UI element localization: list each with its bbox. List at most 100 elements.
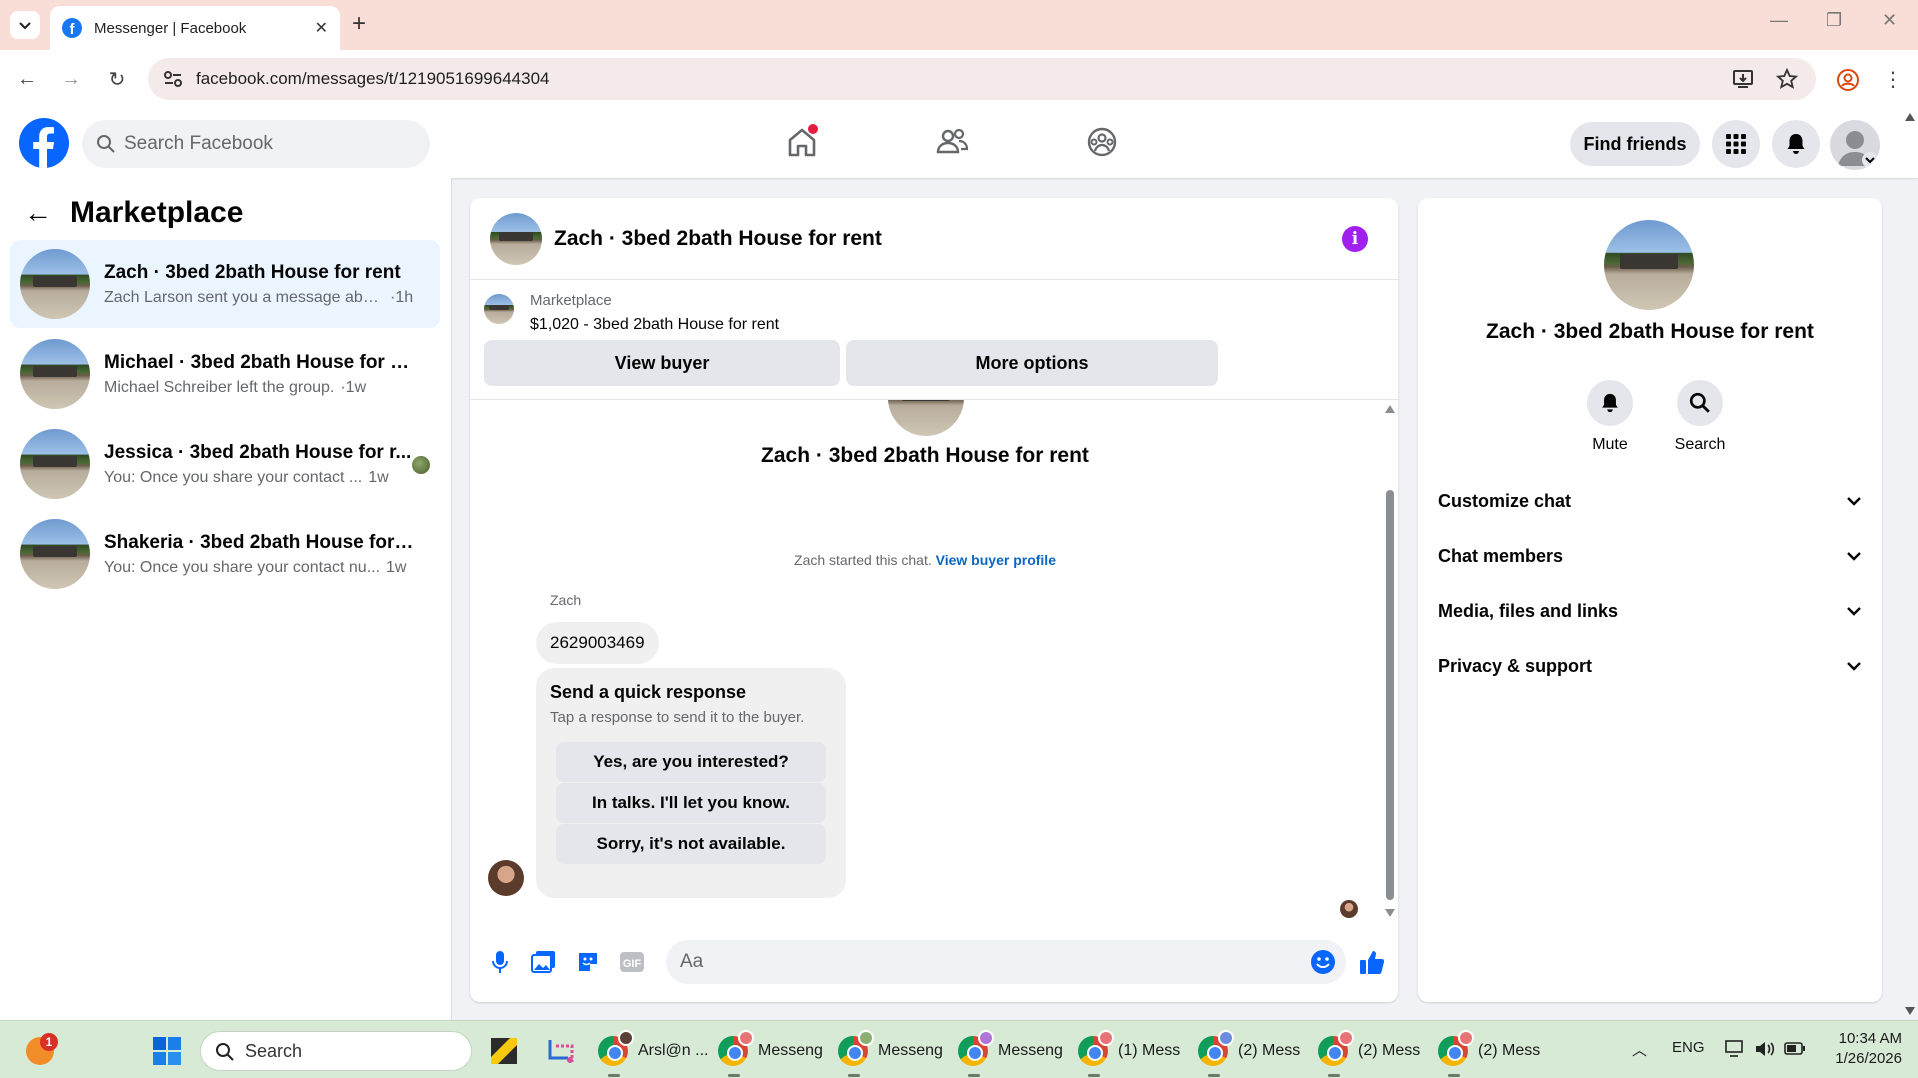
photo-icon[interactable] [530, 948, 558, 976]
battery-icon[interactable] [1784, 1041, 1806, 1057]
scroll-down-arrow-icon[interactable] [1384, 908, 1396, 918]
sender-avatar[interactable] [488, 860, 524, 896]
minimize-icon[interactable]: — [1770, 10, 1788, 31]
like-thumbs-up-icon[interactable] [1358, 948, 1386, 976]
language-indicator[interactable]: ENG [1672, 1039, 1705, 1056]
sticker-icon[interactable] [574, 948, 602, 976]
snipping-tool-app[interactable] [546, 1031, 576, 1071]
start-button[interactable] [152, 1031, 182, 1071]
address-bar[interactable]: facebook.com/messages/t/1219051699644304 [148, 58, 1816, 100]
view-buyer-profile-link[interactable]: View buyer profile [936, 552, 1056, 568]
install-app-icon[interactable] [1732, 68, 1754, 90]
svg-text:GIF: GIF [623, 958, 642, 970]
search-icon [216, 1043, 234, 1061]
quick-response-option[interactable]: Yes, are you interested? [556, 742, 826, 782]
conversation-item-shakeria[interactable]: Shakeria · 3bed 2bath House for re... Yo… [10, 510, 440, 598]
seen-avatar [412, 456, 430, 474]
restore-icon[interactable]: ❐ [1826, 10, 1842, 31]
chat-started-notice: Zach started this chat. View buyer profi… [470, 552, 1380, 568]
new-tab-button[interactable]: + [352, 12, 366, 36]
chrome-icon [1198, 1030, 1234, 1066]
taskbar-search-input[interactable]: Search [200, 1031, 472, 1071]
menu-button[interactable] [1712, 120, 1760, 168]
conversation-item-zach[interactable]: Zach · 3bed 2bath House for rent Zach La… [10, 240, 440, 328]
taskbar-app-label: Messeng [878, 1042, 943, 1059]
chat-panel: Zach · 3bed 2bath House for rent i Marke… [470, 198, 1398, 1002]
media-files-links-row[interactable]: Media, files and links [1438, 591, 1862, 631]
bookmark-star-icon[interactable] [1776, 68, 1798, 90]
scroll-down-arrow-icon[interactable] [1904, 1006, 1916, 1016]
view-buyer-button[interactable]: View buyer [484, 340, 840, 386]
privacy-support-row[interactable]: Privacy & support [1438, 646, 1862, 686]
conversation-name: Michael · 3bed 2bath House for rent [104, 351, 414, 373]
chat-members-row[interactable]: Chat members [1438, 536, 1862, 576]
listing-price-title[interactable]: $1,020 - 3bed 2bath House for rent [530, 316, 779, 334]
microphone-icon[interactable] [486, 948, 514, 976]
info-icon[interactable]: i [1342, 226, 1368, 252]
system-clock[interactable]: 10:34 AM 1/26/2026 [1826, 1029, 1902, 1069]
taskbar-app-chrome[interactable]: Arsl@n ... [598, 1030, 708, 1077]
gif-icon[interactable]: GIF [618, 948, 646, 976]
network-icon[interactable] [1724, 1039, 1746, 1059]
taskbar-app-label: Messeng [998, 1042, 1063, 1059]
conversation-item-michael[interactable]: Michael · 3bed 2bath House for rent Mich… [10, 330, 440, 418]
scroll-up-arrow-icon[interactable] [1384, 404, 1396, 414]
home-nav-button[interactable] [782, 122, 822, 162]
friends-nav-button[interactable] [932, 122, 972, 162]
windows-start-icon [153, 1037, 181, 1065]
show-hidden-icons-chevron-icon[interactable]: ︿ [1632, 1039, 1647, 1060]
volume-icon[interactable] [1754, 1039, 1776, 1059]
reload-button[interactable]: ↻ [102, 64, 132, 94]
search-action[interactable]: Search [1660, 380, 1740, 454]
more-options-button[interactable]: More options [846, 340, 1218, 386]
close-icon[interactable]: ✕ [1882, 10, 1897, 31]
back-button[interactable]: ← [12, 64, 42, 94]
account-avatar[interactable] [1830, 120, 1880, 170]
taskbar-app-label: (2) Mess [1358, 1042, 1421, 1059]
thread-scrollbar[interactable] [1382, 400, 1396, 920]
forward-button[interactable]: → [56, 64, 86, 94]
taskbar-app-chrome[interactable]: Messeng [718, 1030, 828, 1077]
facebook-header: Search Facebook Find friends [0, 108, 1918, 178]
sidebar-title: Marketplace [70, 196, 244, 229]
groups-nav-button[interactable] [1082, 122, 1122, 162]
customize-chat-row[interactable]: Customize chat [1438, 481, 1862, 521]
chat-title[interactable]: Zach · 3bed 2bath House for rent [554, 227, 882, 251]
browser-menu-icon[interactable]: ⋮ [1878, 64, 1908, 94]
scrollbar-thumb[interactable] [1386, 490, 1394, 900]
tab-search-button[interactable] [10, 11, 40, 39]
facebook-favicon-icon: f [62, 18, 82, 38]
section-label: Media, files and links [1438, 600, 1619, 621]
find-friends-button[interactable]: Find friends [1570, 122, 1700, 166]
facebook-logo-icon[interactable] [19, 118, 69, 168]
emoji-icon[interactable] [1310, 949, 1336, 975]
conversation-item-jessica[interactable]: Jessica · 3bed 2bath House for r... You:… [10, 420, 440, 508]
message-thread: Zach · 3bed 2bath House for rent Zach st… [470, 400, 1398, 920]
widgets-button[interactable]: 1 [26, 1031, 58, 1071]
listing-banner: Marketplace $1,020 - 3bed 2bath House fo… [470, 280, 1398, 400]
chat-listing-thumbnail[interactable] [490, 212, 542, 265]
taskbar-app-chrome[interactable]: (2) Mess [1198, 1030, 1308, 1077]
message-input[interactable]: Aa [666, 940, 1346, 984]
taskbar-app-chrome[interactable]: (2) Mess [1318, 1030, 1428, 1077]
chrome-icon [958, 1030, 994, 1066]
taskbar-app-chrome[interactable]: Messeng [958, 1030, 1068, 1077]
mute-action[interactable]: Mute [1570, 380, 1650, 454]
notifications-button[interactable] [1772, 120, 1820, 168]
quick-response-option[interactable]: Sorry, it's not available. [556, 824, 826, 864]
facebook-search-input[interactable]: Search Facebook [82, 120, 430, 168]
site-info-icon[interactable] [162, 68, 184, 90]
taskbar-app-chrome[interactable]: Messeng [838, 1030, 948, 1077]
tab-close-icon[interactable]: ✕ [315, 18, 328, 38]
scroll-up-arrow-icon[interactable] [1904, 112, 1916, 122]
page-scrollbar[interactable] [1900, 108, 1918, 1020]
profile-icon[interactable] [1836, 68, 1860, 92]
sticky-notes-app[interactable] [490, 1031, 518, 1071]
browser-tab[interactable]: f Messenger | Facebook ✕ [50, 6, 340, 50]
back-arrow-icon[interactable]: ← [24, 197, 52, 229]
conversation-time: ·1h [390, 288, 414, 306]
taskbar-app-chrome[interactable]: (1) Mess [1078, 1030, 1188, 1077]
taskbar-app-chrome[interactable]: (2) Mess [1438, 1030, 1548, 1077]
quick-response-option[interactable]: In talks. I'll let you know. [556, 783, 826, 823]
conversation-time: 1w [368, 468, 389, 486]
